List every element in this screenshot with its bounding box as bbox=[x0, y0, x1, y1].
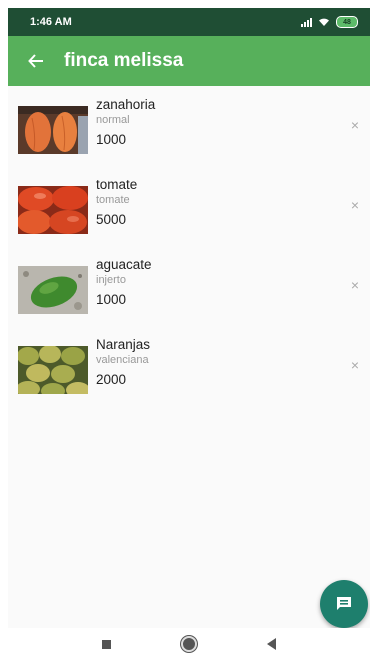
product-quantity: 2000 bbox=[96, 372, 127, 387]
product-variety: injerto bbox=[96, 274, 126, 286]
list-item[interactable]: tomate tomate 5000 × bbox=[8, 170, 370, 250]
message-icon bbox=[337, 597, 351, 610]
list-item[interactable]: aguacate injerto 1000 × bbox=[8, 250, 370, 330]
remove-button[interactable]: × bbox=[348, 198, 362, 212]
carrot-photo bbox=[18, 106, 88, 154]
signal-icon bbox=[301, 17, 312, 27]
product-variety: tomate bbox=[96, 194, 130, 206]
status-time: 1:46 AM bbox=[30, 16, 72, 28]
product-name: zanahoria bbox=[96, 97, 156, 112]
wifi-icon bbox=[319, 18, 329, 26]
status-icons: 48 bbox=[301, 16, 358, 28]
product-quantity: 5000 bbox=[96, 212, 127, 227]
product-variety: normal bbox=[96, 114, 130, 126]
remove-button[interactable]: × bbox=[348, 358, 362, 372]
system-nav-bar bbox=[8, 628, 370, 660]
remove-button[interactable]: × bbox=[348, 278, 362, 292]
product-quantity: 1000 bbox=[96, 132, 127, 147]
product-quantity: 1000 bbox=[96, 292, 127, 307]
orange-photo bbox=[18, 346, 88, 394]
arrow-left-icon[interactable] bbox=[8, 52, 64, 70]
product-name: tomate bbox=[96, 177, 138, 192]
product-name: Naranjas bbox=[96, 337, 151, 352]
product-list: zanahoria normal 1000 × tomate tomate 50… bbox=[8, 86, 370, 410]
remove-button[interactable]: × bbox=[348, 118, 362, 132]
page-title: finca melissa bbox=[64, 50, 184, 71]
app-bar: finca melissa bbox=[8, 36, 370, 86]
battery-level: 48 bbox=[343, 18, 351, 26]
message-fab-button[interactable] bbox=[320, 580, 368, 628]
list-item[interactable]: zanahoria normal 1000 × bbox=[8, 90, 370, 170]
back-triangle-icon[interactable] bbox=[267, 638, 276, 650]
product-name: aguacate bbox=[96, 257, 152, 272]
avocado-photo bbox=[18, 266, 88, 314]
product-variety: valenciana bbox=[96, 354, 149, 366]
app-screen: 1:46 AM 48 finca melissa zanahoria norma… bbox=[8, 8, 370, 628]
recents-icon[interactable] bbox=[102, 639, 111, 649]
home-icon[interactable] bbox=[181, 636, 197, 652]
status-bar: 1:46 AM 48 bbox=[8, 8, 370, 36]
battery-icon: 48 bbox=[336, 16, 358, 28]
tomato-photo bbox=[18, 186, 88, 234]
list-item[interactable]: Naranjas valenciana 2000 × bbox=[8, 330, 370, 410]
